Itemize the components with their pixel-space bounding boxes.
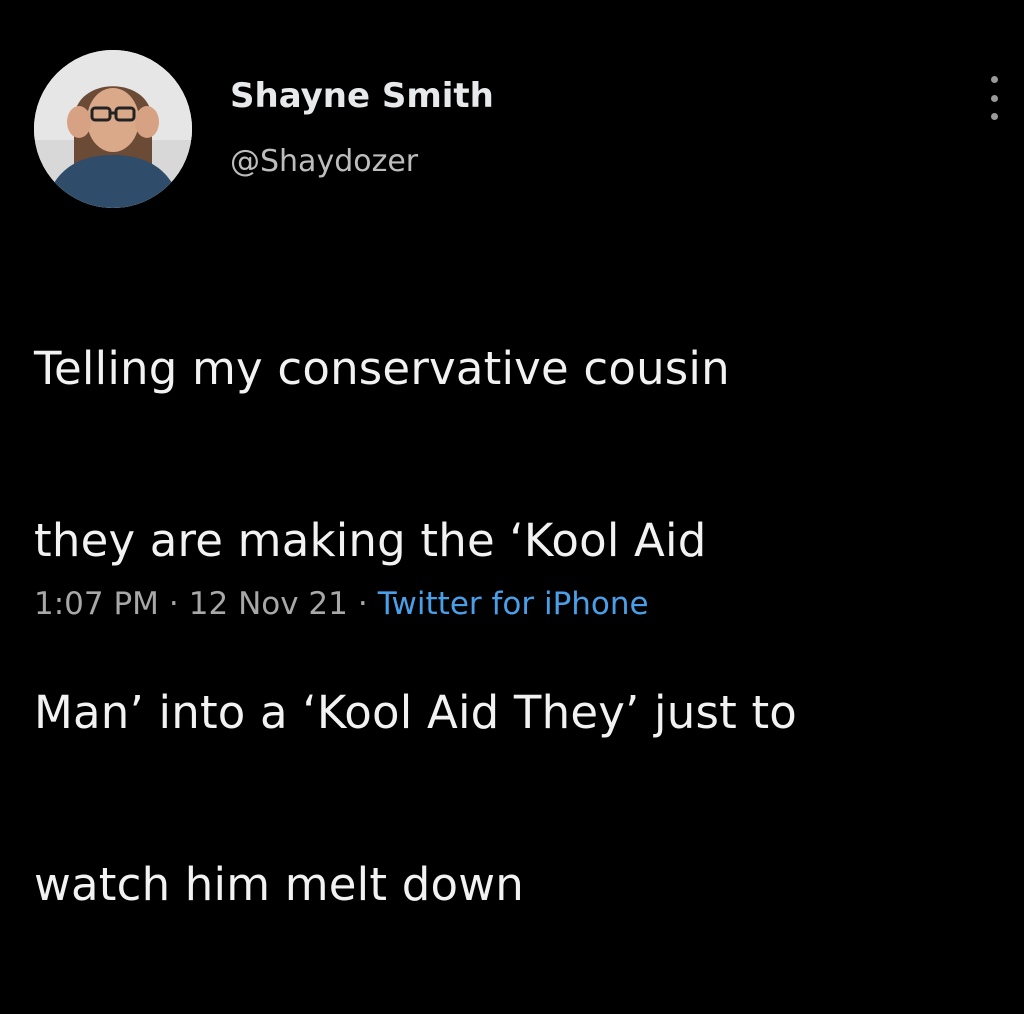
tweet-text-line: Man’ into a ‘Kool Aid They’ just to (34, 686, 798, 739)
author-handle[interactable]: @Shaydozer (230, 142, 418, 182)
tweet-date[interactable]: 12 Nov 21 (189, 586, 348, 622)
tweet-card: Shayne Smith @Shaydozer Telling my conse… (0, 0, 1024, 911)
tweet-time[interactable]: 1:07 PM (34, 586, 159, 622)
tweet-text-line: watch him melt down (34, 858, 524, 911)
tweet-text: Telling my conservative cousin they are … (34, 240, 1009, 1014)
tweet-meta: 1:07 PM · 12 Nov 21 · Twitter for iPhone (34, 582, 649, 626)
author-display-name[interactable]: Shayne Smith (230, 74, 494, 118)
more-dot (990, 113, 998, 120)
more-dot (990, 76, 998, 83)
meta-separator: · (357, 586, 368, 622)
tweet-text-line: they are making the ‘Kool Aid (34, 514, 707, 567)
more-dot (990, 94, 998, 102)
more-vertical-icon[interactable] (984, 76, 1004, 120)
tweet-text-line: Telling my conservative cousin (34, 342, 730, 395)
meta-separator: · (168, 586, 179, 622)
avatar[interactable] (34, 50, 192, 208)
avatar-photo (34, 50, 192, 208)
tweet-source-link[interactable]: Twitter for iPhone (378, 586, 649, 622)
